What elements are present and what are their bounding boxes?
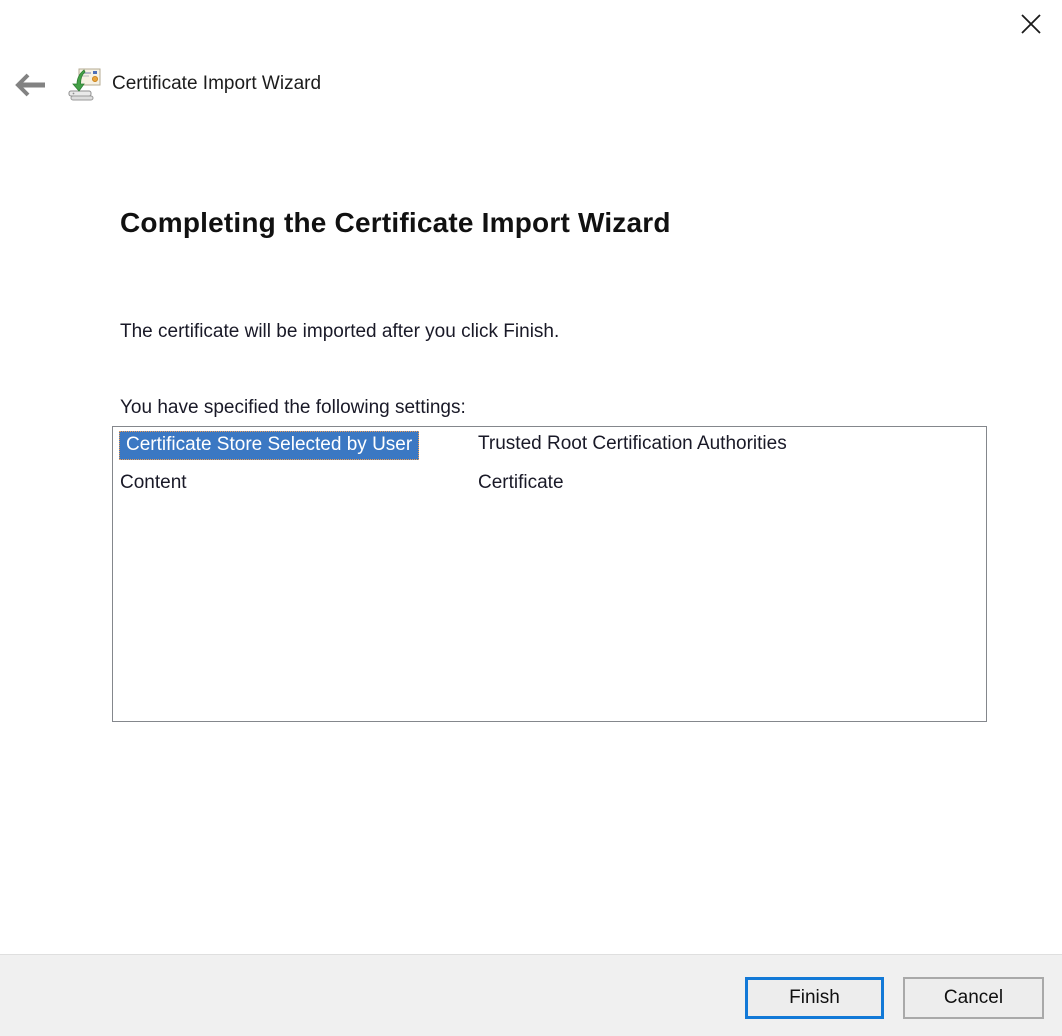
back-button[interactable] — [10, 68, 52, 104]
page-heading: Completing the Certificate Import Wizard — [120, 207, 671, 238]
window-title: Certificate Import Wizard — [112, 73, 322, 94]
intro-text: The certificate will be imported after y… — [120, 321, 560, 342]
setting-name-selected[interactable]: Certificate Store Selected by User — [119, 431, 420, 460]
setting-name[interactable]: Content — [120, 472, 187, 494]
certificate-import-wizard-dialog: Certificate Import Wizard Completing the… — [0, 0, 1062, 1036]
close-button[interactable] — [1008, 4, 1054, 46]
certificate-import-icon — [67, 67, 103, 103]
cancel-button[interactable]: Cancel — [903, 977, 1044, 1019]
setting-value: Trusted Root Certification Authorities — [478, 433, 787, 454]
settings-row-content[interactable]: Content Certificate — [113, 466, 986, 501]
setting-value: Certificate — [478, 472, 564, 493]
wizard-header: Certificate Import Wizard — [0, 64, 1062, 108]
settings-row-store[interactable]: Certificate Store Selected by User Trust… — [113, 431, 986, 466]
back-arrow-icon — [13, 72, 49, 101]
settings-label: You have specified the following setting… — [120, 397, 466, 418]
wizard-footer: Finish Cancel — [0, 954, 1062, 1036]
finish-button[interactable]: Finish — [745, 977, 884, 1019]
close-icon — [1019, 12, 1043, 39]
settings-listbox[interactable]: Certificate Store Selected by User Trust… — [112, 426, 987, 722]
